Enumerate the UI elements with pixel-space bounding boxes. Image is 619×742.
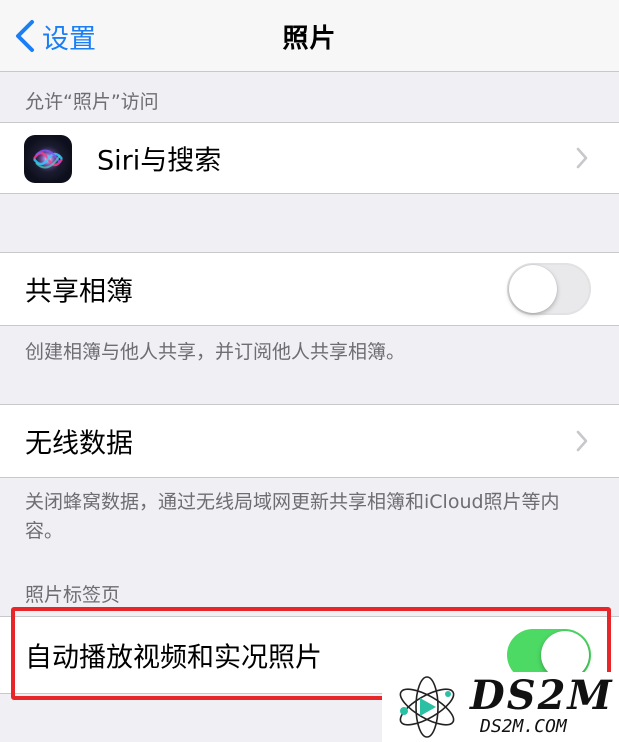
siri-icon xyxy=(24,135,72,183)
shared-album-toggle[interactable] xyxy=(507,263,591,315)
autoplay-label: 自动播放视频和实况照片 xyxy=(25,642,322,674)
watermark: DS2M DS2M.COM xyxy=(382,672,619,742)
wireless-data-footer: 关闭蜂窝数据，通过无线局域网更新共享相簿和iCloud照片等内容。 xyxy=(25,491,560,542)
wireless-data-row[interactable]: 无线数据 xyxy=(0,404,619,478)
section-header-photos-tab: 照片标签页 xyxy=(25,584,121,606)
chevron-right-icon xyxy=(576,147,588,169)
siri-search-row[interactable]: Siri与搜索 xyxy=(0,122,619,194)
section-header-access: 允许“照片”访问 xyxy=(25,91,159,113)
wireless-data-label: 无线数据 xyxy=(25,428,133,460)
siri-search-label: Siri与搜索 xyxy=(97,145,222,177)
chevron-right-icon xyxy=(576,430,588,452)
watermark-subtext: DS2M.COM xyxy=(480,716,567,737)
navigation-bar: 设置 照片 xyxy=(0,0,619,72)
shared-album-row: 共享相簿 xyxy=(0,252,619,326)
shared-album-label: 共享相簿 xyxy=(25,276,133,308)
toggle-knob xyxy=(509,265,557,313)
shared-album-footer: 创建相簿与他人共享，并订阅他人共享相簿。 xyxy=(25,341,406,363)
watermark-text: DS2M xyxy=(470,672,614,719)
atom-logo-icon xyxy=(399,676,455,738)
page-title: 照片 xyxy=(282,24,337,54)
